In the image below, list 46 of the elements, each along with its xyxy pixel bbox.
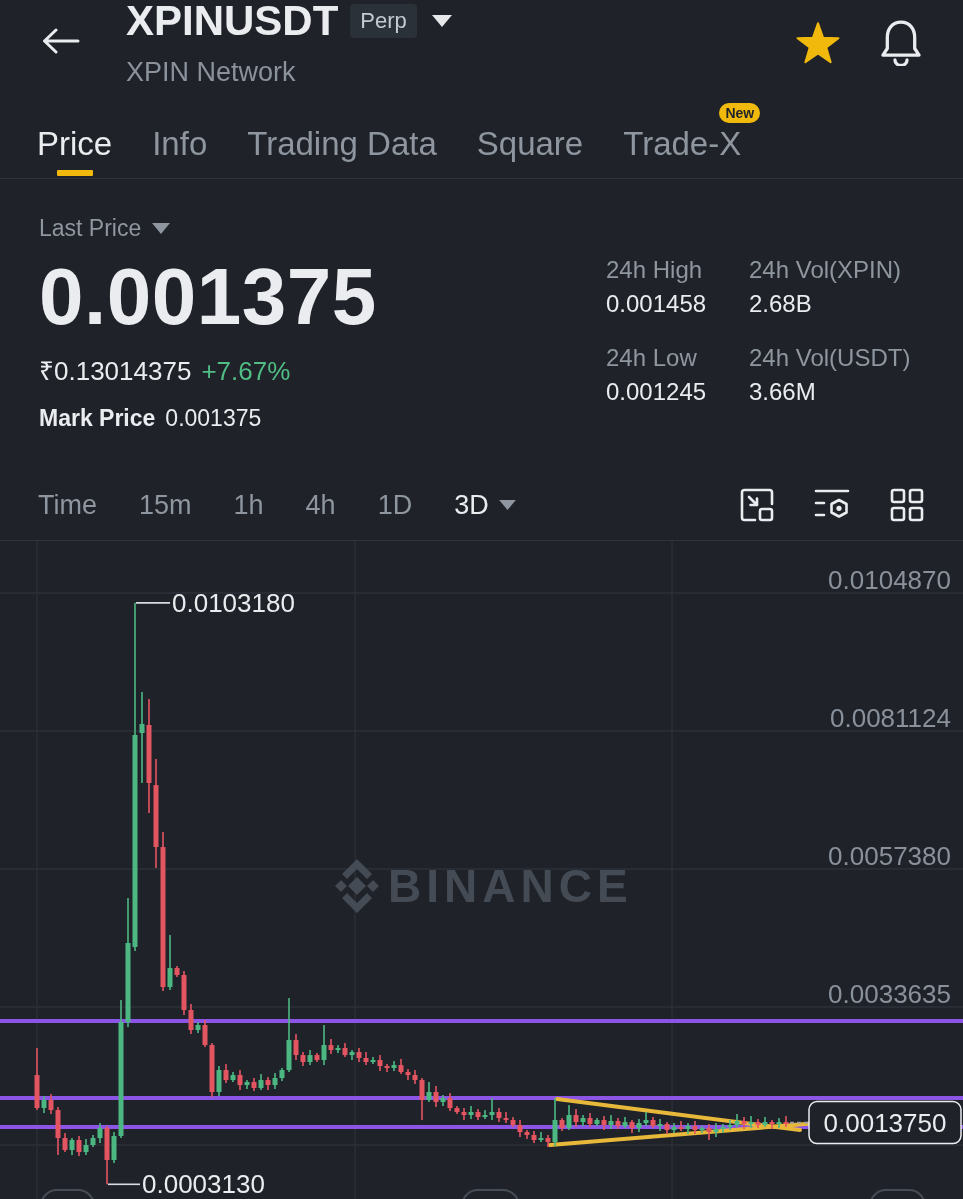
caret-icon (152, 222, 171, 234)
stat-label: 24h High (606, 255, 704, 285)
star-icon[interactable] (796, 22, 840, 64)
stat-label: 24h Vol(USDT) (749, 343, 911, 373)
mark-price-value: 0.001375 (165, 404, 262, 433)
interval-tab[interactable]: 1D (377, 488, 413, 522)
stat-label: 24h Vol(XPIN) (749, 255, 903, 285)
interval-tab[interactable]: Time (38, 488, 97, 522)
tab[interactable]: Info (152, 100, 208, 176)
tab[interactable]: Trading Data (247, 100, 437, 176)
back-arrow-icon[interactable] (42, 28, 80, 54)
new-badge: New (719, 103, 761, 123)
leader-line (107, 1183, 141, 1186)
tab[interactable]: Price (37, 100, 113, 176)
mark-price-label: Mark Price (39, 404, 156, 433)
y-axis-label: 0.0057380 (828, 841, 951, 871)
y-axis-label: 0.0033635 (828, 979, 951, 1009)
stat-label: 24h Low (606, 343, 698, 373)
tab[interactable]: Square (476, 100, 584, 176)
bell-icon[interactable] (880, 20, 922, 66)
stat-value: 0.001458 (606, 289, 708, 319)
dashed-price-line (789, 1121, 809, 1124)
grid-icon[interactable] (890, 488, 924, 522)
contract-tag: Perp (350, 4, 417, 38)
interval-tab[interactable]: 4h (305, 488, 336, 522)
interval-tab[interactable]: 15m (139, 488, 192, 522)
price-change: +7.67% (201, 355, 291, 388)
interval-tab[interactable]: 3D (454, 488, 516, 522)
fiat-price: ₹0.13014375 (39, 355, 192, 388)
frame-arrow-icon[interactable] (740, 488, 774, 522)
leader-line (135, 602, 171, 604)
y-axis-label: 0.0104870 (828, 565, 951, 595)
low-price-label: 0.0003130 (142, 1169, 265, 1199)
interval-tab[interactable]: 1h (233, 488, 264, 522)
high-price-label: 0.0103180 (172, 587, 295, 618)
stat-value: 2.68B (749, 289, 813, 319)
y-axis-label: 0.0081124 (830, 703, 951, 733)
watermark-logo-icon (335, 859, 379, 913)
stat-value: 0.001245 (606, 377, 708, 407)
caret-icon[interactable] (431, 15, 452, 27)
current-price-label: 0.0013750 (808, 1100, 962, 1145)
pair-title: XPINUSDT (126, 0, 339, 43)
pair-subtitle: XPIN Network (126, 56, 297, 89)
last-price-value: 0.001375 (39, 257, 378, 337)
stat-value: 3.66M (749, 377, 817, 407)
last-price-dropdown[interactable]: Last Price (39, 213, 171, 243)
